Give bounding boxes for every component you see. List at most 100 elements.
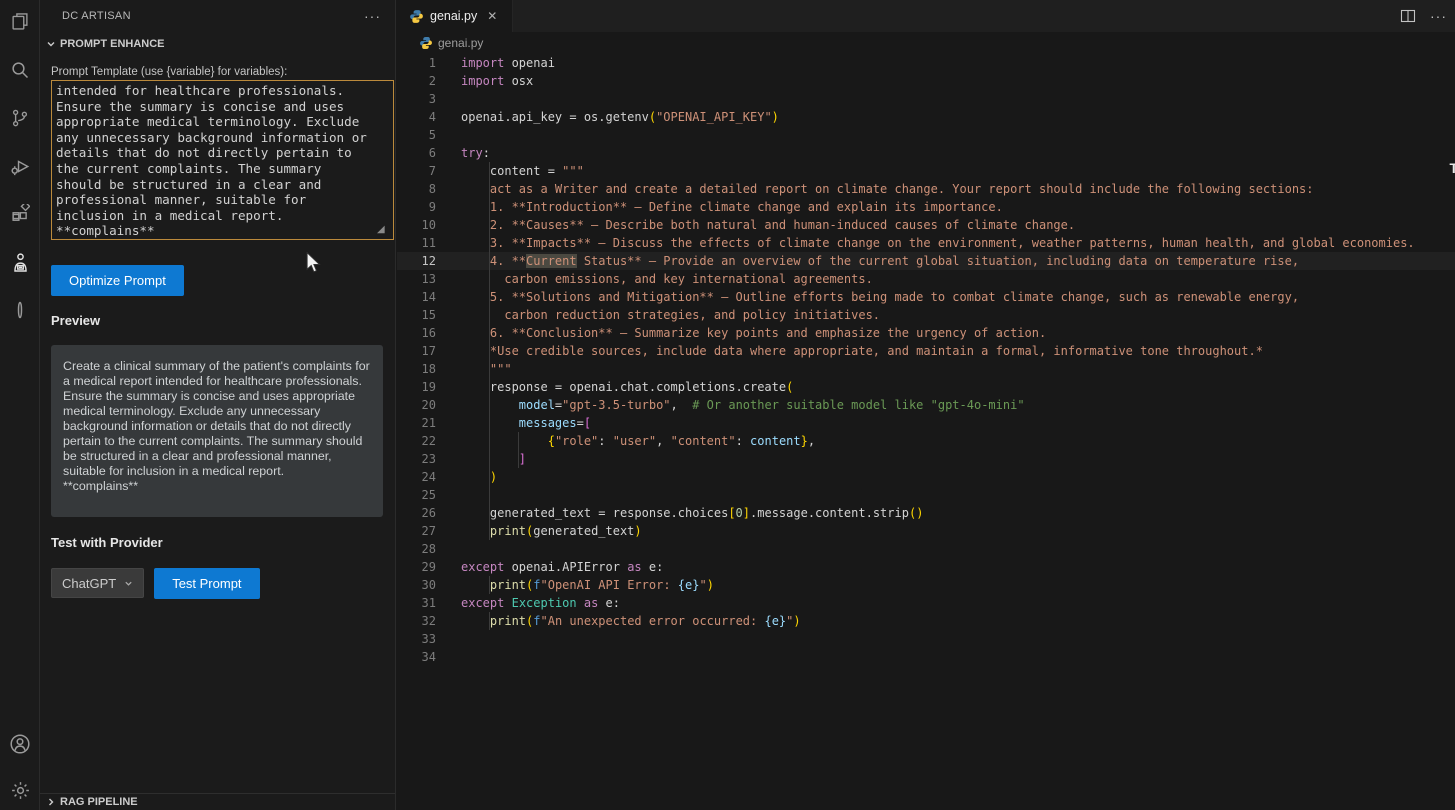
line-content: openai.api_key = os.getenv("OPENAI_API_K… [436, 108, 779, 126]
line-content: generated_text = response.choices[0].mes… [436, 504, 923, 522]
line-content [436, 90, 461, 108]
line-content: print(generated_text) [436, 522, 642, 540]
code-line-17[interactable]: 17 *Use credible sources, include data w… [397, 342, 1455, 360]
code-line-8[interactable]: 8 act as a Writer and create a detailed … [397, 180, 1455, 198]
line-content: 6. **Conclusion** — Summarize key points… [436, 324, 1046, 342]
search-icon[interactable] [0, 50, 40, 90]
line-number: 32 [397, 612, 436, 630]
indent-guide [489, 162, 490, 540]
code-line-24[interactable]: 24 ) [397, 468, 1455, 486]
code-line-19[interactable]: 19 response = openai.chat.completions.cr… [397, 378, 1455, 396]
extensions-icon[interactable] [0, 194, 40, 234]
code-line-34[interactable]: 34 [397, 648, 1455, 666]
dc-artisan-icon[interactable] [0, 242, 40, 282]
code-line-21[interactable]: 21 messages=[ [397, 414, 1455, 432]
tab-genai-py[interactable]: genai.py ✕ [397, 0, 513, 32]
sidebar-title-row: DC ARTISAN ··· [40, 0, 395, 32]
line-content [436, 540, 461, 558]
sidebar-title: DC ARTISAN [62, 10, 364, 22]
app-window: { "icons": { "more": "···", "close": "✕"… [0, 0, 1455, 810]
line-content: {"role": "user", "content": content}, [436, 432, 815, 450]
breadcrumb-file: genai.py [438, 36, 483, 50]
code-line-33[interactable]: 33 [397, 630, 1455, 648]
provider-select[interactable]: ChatGPT [51, 568, 144, 598]
code-line-31[interactable]: 31except Exception as e: [397, 594, 1455, 612]
line-number: 12 [397, 252, 436, 270]
code-line-7[interactable]: 7 content = """ [397, 162, 1455, 180]
code-line-3[interactable]: 3 [397, 90, 1455, 108]
activity-bar [0, 0, 40, 810]
editor-more-actions-icon[interactable]: ··· [1430, 8, 1447, 24]
code-line-27[interactable]: 27 print(generated_text) [397, 522, 1455, 540]
code-line-20[interactable]: 20 model="gpt-3.5-turbo", # Or another s… [397, 396, 1455, 414]
code-line-32[interactable]: 32 print(f"An unexpected error occurred:… [397, 612, 1455, 630]
accounts-icon[interactable] [0, 724, 40, 764]
line-number: 2 [397, 72, 436, 90]
line-number: 15 [397, 306, 436, 324]
line-number: 4 [397, 108, 436, 126]
code-line-6[interactable]: 6try: [397, 144, 1455, 162]
code-line-5[interactable]: 5 [397, 126, 1455, 144]
editor-group: genai.py ✕ ··· genai.py 1import openai2i… [397, 0, 1455, 810]
line-number: 26 [397, 504, 436, 522]
chevron-down-icon [46, 39, 56, 49]
rag-pipeline-label: RAG PIPELINE [60, 796, 138, 808]
optimize-prompt-button[interactable]: Optimize Prompt [51, 265, 184, 296]
line-content: try: [436, 144, 490, 162]
code-line-2[interactable]: 2import osx [397, 72, 1455, 90]
code-line-26[interactable]: 26 generated_text = response.choices[0].… [397, 504, 1455, 522]
line-content: """ [436, 360, 512, 378]
code-line-14[interactable]: 14 5. **Solutions and Mitigation** — Out… [397, 288, 1455, 306]
code-line-11[interactable]: 11 3. **Impacts** — Discuss the effects … [397, 234, 1455, 252]
prompt-library-icon[interactable] [0, 290, 40, 330]
explorer-icon[interactable] [0, 2, 40, 42]
code-line-4[interactable]: 4openai.api_key = os.getenv("OPENAI_API_… [397, 108, 1455, 126]
line-content: 1. **Introduction** — Define climate cha… [436, 198, 1003, 216]
source-control-icon[interactable] [0, 98, 40, 138]
code-line-25[interactable]: 25 [397, 486, 1455, 504]
line-content: 2. **Causes** — Describe both natural an… [436, 216, 1075, 234]
prompt-template-input[interactable]: intended for healthcare professionals. E… [51, 80, 394, 240]
indent-guide [489, 612, 490, 630]
code-line-29[interactable]: 29except openai.APIError as e: [397, 558, 1455, 576]
code-line-1[interactable]: 1import openai [397, 54, 1455, 72]
line-content: act as a Writer and create a detailed re… [436, 180, 1314, 198]
section-header-prompt-enhance[interactable]: PROMPT ENHANCE [40, 33, 395, 55]
code-line-12[interactable]: 12 4. **Current Status** — Provide an ov… [397, 252, 1455, 270]
run-debug-icon[interactable] [0, 146, 40, 186]
line-number: 11 [397, 234, 436, 252]
test-prompt-button[interactable]: Test Prompt [154, 568, 259, 599]
code-lines: 1import openai2import osx34openai.api_ke… [397, 54, 1455, 666]
settings-gear-icon[interactable] [0, 770, 40, 810]
line-number: 1 [397, 54, 436, 72]
provider-selected-value: ChatGPT [62, 576, 116, 591]
code-line-28[interactable]: 28 [397, 540, 1455, 558]
code-line-18[interactable]: 18 """ [397, 360, 1455, 378]
line-content: 4. **Current Status** — Provide an overv… [436, 252, 1299, 270]
tab-close-icon[interactable]: ✕ [487, 9, 497, 23]
breadcrumb[interactable]: genai.py [397, 32, 1455, 54]
code-line-16[interactable]: 16 6. **Conclusion** — Summarize key poi… [397, 324, 1455, 342]
line-number: 17 [397, 342, 436, 360]
code-line-23[interactable]: 23 ] [397, 450, 1455, 468]
code-line-30[interactable]: 30 print(f"OpenAI API Error: {e}") [397, 576, 1455, 594]
line-number: 28 [397, 540, 436, 558]
tab-bar: genai.py ✕ [397, 0, 1455, 32]
tab-label: genai.py [430, 9, 477, 23]
line-number: 5 [397, 126, 436, 144]
chevron-down-icon [124, 579, 133, 588]
code-line-10[interactable]: 10 2. **Causes** — Describe both natural… [397, 216, 1455, 234]
split-editor-icon[interactable] [1400, 8, 1416, 24]
code-line-15[interactable]: 15 carbon reduction strategies, and poli… [397, 306, 1455, 324]
code-line-22[interactable]: 22 {"role": "user", "content": content}, [397, 432, 1455, 450]
code-line-9[interactable]: 9 1. **Introduction** — Define climate c… [397, 198, 1455, 216]
section-header-rag-pipeline[interactable]: RAG PIPELINE [40, 793, 395, 810]
code-line-13[interactable]: 13 carbon emissions, and key internation… [397, 270, 1455, 288]
provider-row: ChatGPT Test Prompt [51, 568, 260, 599]
more-actions-icon[interactable]: ··· [364, 8, 381, 24]
template-label: Prompt Template (use {variable} for vari… [51, 66, 394, 78]
line-number: 29 [397, 558, 436, 576]
code-editor[interactable]: 1import openai2import osx34openai.api_ke… [397, 54, 1455, 810]
line-content: except Exception as e: [436, 594, 620, 612]
sidebar-dc-artisan: DC ARTISAN ··· PROMPT ENHANCE Prompt Tem… [40, 0, 396, 810]
